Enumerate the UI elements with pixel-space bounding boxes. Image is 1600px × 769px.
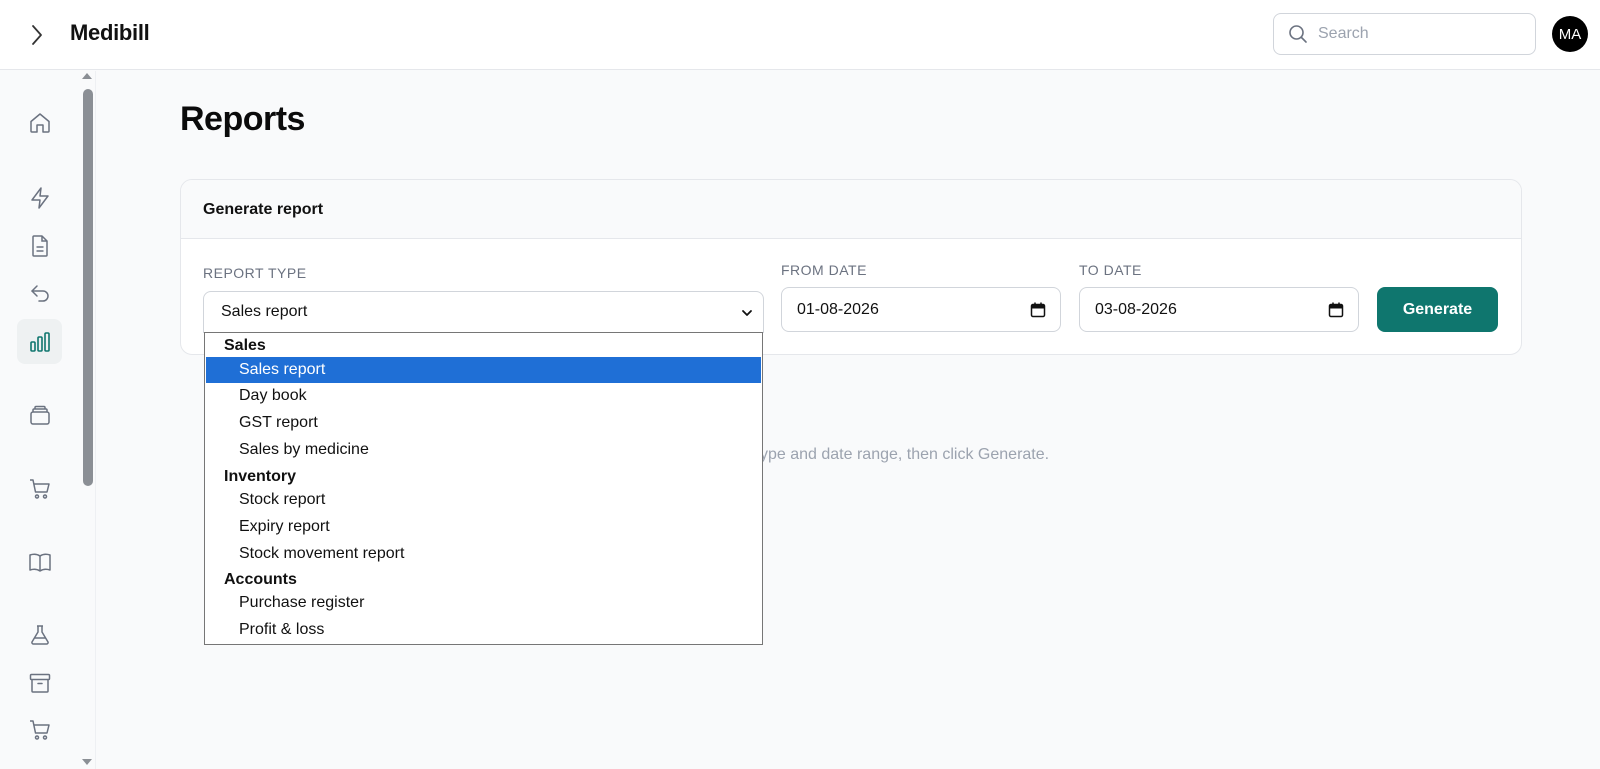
report-type-value: Sales report <box>221 303 308 320</box>
dropdown-option-expiry-report[interactable]: Expiry report <box>206 514 761 540</box>
flask-icon <box>30 624 49 645</box>
cart-icon <box>29 478 50 499</box>
report-type-dropdown: Sales Sales report Day book GST report S… <box>204 332 763 645</box>
dropdown-option-sales-report[interactable]: Sales report <box>206 357 761 383</box>
dropdown-option-gst-report[interactable]: GST report <box>206 410 761 436</box>
dropdown-option-stock-movement-report[interactable]: Stock movement report <box>206 541 761 567</box>
top-bar: Medibill MA <box>0 0 1600 70</box>
cart-icon <box>29 719 50 740</box>
search-icon <box>1289 25 1307 43</box>
lightning-icon <box>30 186 49 209</box>
calendar-icon[interactable] <box>1328 302 1344 318</box>
to-date-input[interactable]: 03-08-2026 <box>1079 287 1359 332</box>
sidebar-item-home[interactable] <box>17 100 62 145</box>
sidebar-item-reports[interactable] <box>17 319 62 364</box>
empty-state-hint: ype and date range, then click Generate. <box>760 446 1050 463</box>
expand-sidebar-button[interactable] <box>22 20 52 50</box>
page-title: Reports <box>180 100 305 138</box>
document-icon <box>31 234 48 257</box>
from-date-label: FROM DATE <box>781 262 867 278</box>
dropdown-group-inventory: Inventory <box>224 468 297 485</box>
sidebar-item-returns[interactable] <box>17 271 62 316</box>
search-input[interactable] <box>1318 25 1518 43</box>
dropdown-option-stock-report[interactable]: Stock report <box>206 487 761 513</box>
dropdown-option-profit-loss[interactable]: Profit & loss <box>206 617 761 643</box>
brand-name: Medibill <box>70 20 150 45</box>
generate-button[interactable]: Generate <box>1377 287 1498 332</box>
undo-arrow-icon <box>30 284 49 302</box>
sidebar-item-invoices[interactable] <box>17 223 62 268</box>
archive-icon <box>29 673 50 693</box>
chevron-right-icon <box>32 25 42 45</box>
to-date-label: TO DATE <box>1079 262 1142 278</box>
calendar-icon[interactable] <box>1030 302 1046 318</box>
sidebar-item-purchases[interactable] <box>17 466 62 511</box>
bar-chart-icon <box>29 331 50 352</box>
report-type-select[interactable]: Sales report <box>203 291 764 333</box>
report-type-label: REPORT TYPE <box>203 265 307 281</box>
to-date-value: 03-08-2026 <box>1095 300 1177 318</box>
search-box[interactable] <box>1273 13 1536 55</box>
sidebar-item-quick[interactable] <box>17 175 62 220</box>
avatar[interactable]: MA <box>1552 16 1588 52</box>
dropdown-option-purchase-register[interactable]: Purchase register <box>206 590 761 616</box>
dropdown-option-day-book[interactable]: Day book <box>206 383 761 409</box>
dropdown-option-sales-by-medicine[interactable]: Sales by medicine <box>206 437 761 463</box>
from-date-value: 01-08-2026 <box>797 300 879 318</box>
sidebar-item-catalog[interactable] <box>17 539 62 584</box>
sidebar-item-lab[interactable] <box>17 612 62 657</box>
sidebar-item-archive[interactable] <box>17 660 62 705</box>
dropdown-group-sales: Sales <box>224 337 266 354</box>
home-icon <box>29 112 50 133</box>
card-heading: Generate report <box>181 180 1521 239</box>
sidebar-scrollbar-thumb[interactable] <box>83 89 93 486</box>
chevron-down-icon <box>742 310 752 316</box>
sidebar-item-orders[interactable] <box>17 707 62 752</box>
scroll-down-arrow[interactable] <box>82 759 92 765</box>
sidebar <box>0 71 96 769</box>
sidebar-item-inventory[interactable] <box>17 392 62 437</box>
dropdown-group-accounts: Accounts <box>224 571 297 588</box>
book-icon <box>28 553 51 572</box>
from-date-input[interactable]: 01-08-2026 <box>781 287 1061 332</box>
layers-box-icon <box>29 405 50 425</box>
scroll-up-arrow[interactable] <box>82 73 92 79</box>
